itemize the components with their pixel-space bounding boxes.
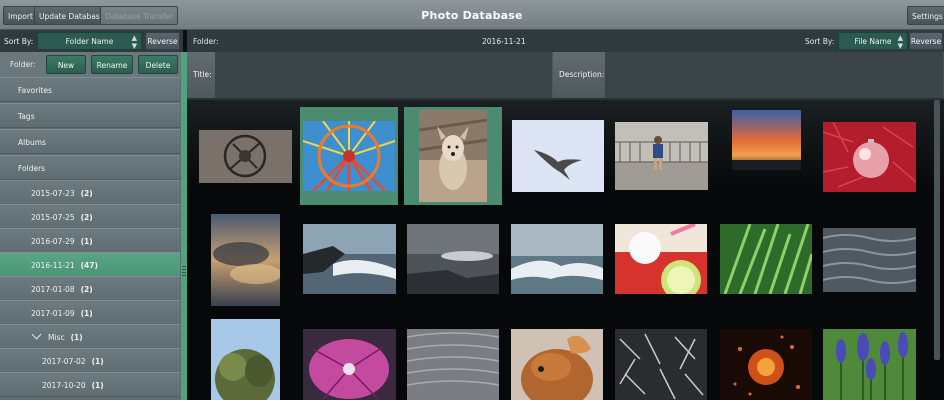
tree-item-count: (1) [91, 357, 104, 366]
photo-thumbnail[interactable] [615, 122, 708, 190]
thumbnail-grid [187, 100, 944, 400]
title-label: Title: [187, 52, 215, 98]
photo-thumbnail[interactable] [720, 224, 812, 294]
tree-item-label: 2017-10-20 [42, 381, 86, 390]
tree-item-folder[interactable]: 2017-10-20 (1) [0, 372, 180, 397]
tree-item-folder[interactable]: 2017-01-09 (1) [0, 300, 180, 325]
photo-metadata-row: Title: Description: [187, 52, 944, 100]
tree-item-count: (1) [80, 237, 93, 246]
photo-thumbnail[interactable] [732, 110, 801, 170]
photo-thumbnail[interactable] [823, 329, 916, 400]
tree-item-folders[interactable]: Folders [0, 155, 180, 180]
tree-item-count: (47) [80, 261, 98, 270]
photo-thumbnail[interactable] [511, 224, 603, 294]
tree-item-label: Albums [18, 138, 46, 147]
photo-thumbnail[interactable] [720, 329, 812, 400]
new-folder-button[interactable]: New [46, 55, 86, 74]
tree-item-count: (1) [91, 381, 104, 390]
tree-item-label: 2017-01-09 [31, 309, 75, 318]
photo-thumbnail[interactable] [303, 329, 396, 400]
photo-thumbnail[interactable] [407, 224, 499, 294]
updown-arrows-icon: ▲ ▼ [131, 34, 137, 50]
tree-item-count: (1) [70, 333, 83, 342]
tree-item-label: Folders [18, 164, 46, 173]
folder-sort-row: Sort By: Folder Name ▲ ▼ Reverse [0, 30, 183, 52]
photo-thumbnail[interactable] [615, 224, 707, 294]
photo-thumbnail[interactable] [823, 228, 916, 292]
tree-item-label: 2017-01-08 [31, 285, 75, 294]
app-title: Photo Database [421, 9, 523, 22]
photo-thumbnail[interactable] [199, 130, 292, 183]
current-folder-value: 2016-11-21 [482, 37, 526, 46]
tree-item-label: 2016-07-29 [31, 237, 75, 246]
photo-thumbnail[interactable] [211, 214, 280, 306]
tree-item-label: 2016-11-21 [31, 261, 75, 270]
delete-folder-button[interactable]: Delete [138, 55, 178, 74]
tree-item-label: 2017-07-02 [42, 357, 86, 366]
photo-thumbnail-image [303, 121, 395, 191]
updown-arrows-icon: ▲ ▼ [897, 34, 903, 50]
tree-item-label: Favorites [18, 86, 52, 95]
tree-item-folder[interactable]: 2017-01-08 (2) [0, 276, 180, 301]
photo-reverse-button[interactable]: Reverse [909, 32, 943, 50]
tree-item-label: Tags [18, 112, 35, 121]
chevron-down-icon[interactable] [31, 329, 42, 340]
folder-tree: Favorites Tags Albums Folders 2015-07-23… [0, 77, 180, 400]
tree-item-albums[interactable]: Albums [0, 129, 180, 154]
tree-item-tags[interactable]: Tags [0, 103, 180, 128]
photo-thumbnail[interactable] [512, 120, 604, 192]
photo-thumbnail[interactable] [823, 122, 916, 192]
photo-thumbnail-selected[interactable] [300, 107, 398, 205]
photo-thumbnail[interactable] [511, 329, 603, 400]
grid-scrollbar[interactable] [934, 100, 940, 360]
folder-sort-label: Sort By: [4, 37, 34, 46]
title-bar: Import Update Database Database Transfer… [0, 0, 944, 30]
description-field[interactable] [605, 52, 944, 98]
photo-thumbnail-selected[interactable] [404, 107, 502, 205]
tree-item-favorites[interactable]: Favorites [0, 77, 180, 102]
folder-sort-select[interactable]: Folder Name ▲ ▼ [37, 32, 142, 50]
title-field[interactable] [215, 52, 553, 98]
folder-sort-value: Folder Name [65, 37, 114, 46]
current-folder-label: Folder: [193, 37, 219, 46]
photo-thumbnail[interactable] [303, 224, 396, 294]
tree-item-count: (1) [80, 309, 93, 318]
photo-sort-select[interactable]: File Name ▲ ▼ [838, 32, 908, 50]
tree-item-folder[interactable]: 2015-07-23 (2) [0, 180, 180, 205]
photo-thumbnail[interactable] [211, 319, 280, 400]
tree-item-folder[interactable]: 2017-07-02 (1) [0, 348, 180, 373]
photo-thumbnail-image [419, 110, 487, 202]
main-header: Folder: 2016-11-21 Sort By: File Name ▲ ▼… [187, 30, 944, 52]
photo-sort-label: Sort By: [805, 37, 835, 46]
folder-actions-label: Folder: [10, 60, 36, 69]
rename-folder-button[interactable]: Rename [91, 55, 133, 74]
photo-thumbnail[interactable] [615, 329, 707, 400]
photo-sort-value: File Name [854, 37, 892, 46]
photo-thumbnail[interactable] [407, 329, 499, 400]
tree-item-label: 2015-07-25 [31, 213, 75, 222]
settings-button[interactable]: Settings [907, 6, 944, 25]
tree-item-count: (2) [80, 213, 93, 222]
tree-item-label: Misc [48, 333, 65, 342]
tree-item-folder[interactable]: 2015-07-25 (2) [0, 204, 180, 229]
description-label: Description: [553, 52, 605, 98]
tree-item-count: (2) [80, 285, 93, 294]
tree-item-label: 2015-07-23 [31, 189, 75, 198]
folder-panel: Sort By: Folder Name ▲ ▼ Reverse Folder: … [0, 30, 183, 400]
splitter-grip-icon[interactable] [182, 266, 186, 278]
tree-item-folder[interactable]: 2016-07-29 (1) [0, 228, 180, 253]
folder-actions-row: Folder: New Rename Delete [0, 52, 183, 77]
tree-item-folder-selected[interactable]: 2016-11-21 (47) [0, 252, 180, 277]
tree-item-count: (2) [80, 189, 93, 198]
folder-reverse-button[interactable]: Reverse [145, 32, 180, 50]
tree-item-misc[interactable]: Misc (1) [0, 324, 180, 349]
